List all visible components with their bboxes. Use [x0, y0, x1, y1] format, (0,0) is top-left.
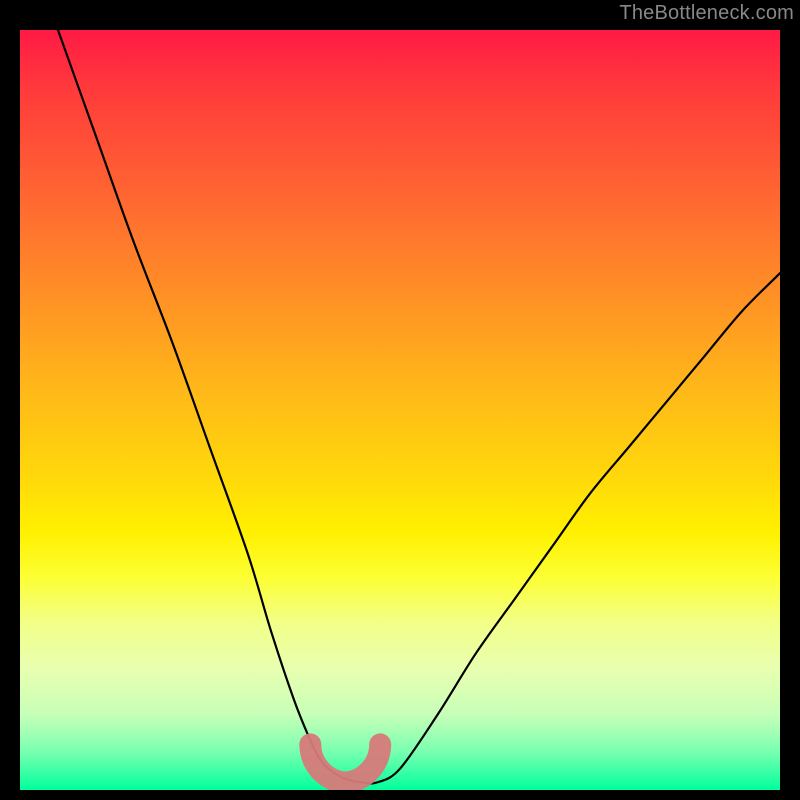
attribution-label: TheBottleneck.com — [619, 2, 794, 25]
plot-area — [20, 30, 780, 790]
curve-layer — [20, 30, 780, 790]
chart-frame: TheBottleneck.com — [0, 0, 800, 800]
notch-highlight — [310, 744, 380, 782]
bottleneck-curve — [58, 30, 780, 784]
